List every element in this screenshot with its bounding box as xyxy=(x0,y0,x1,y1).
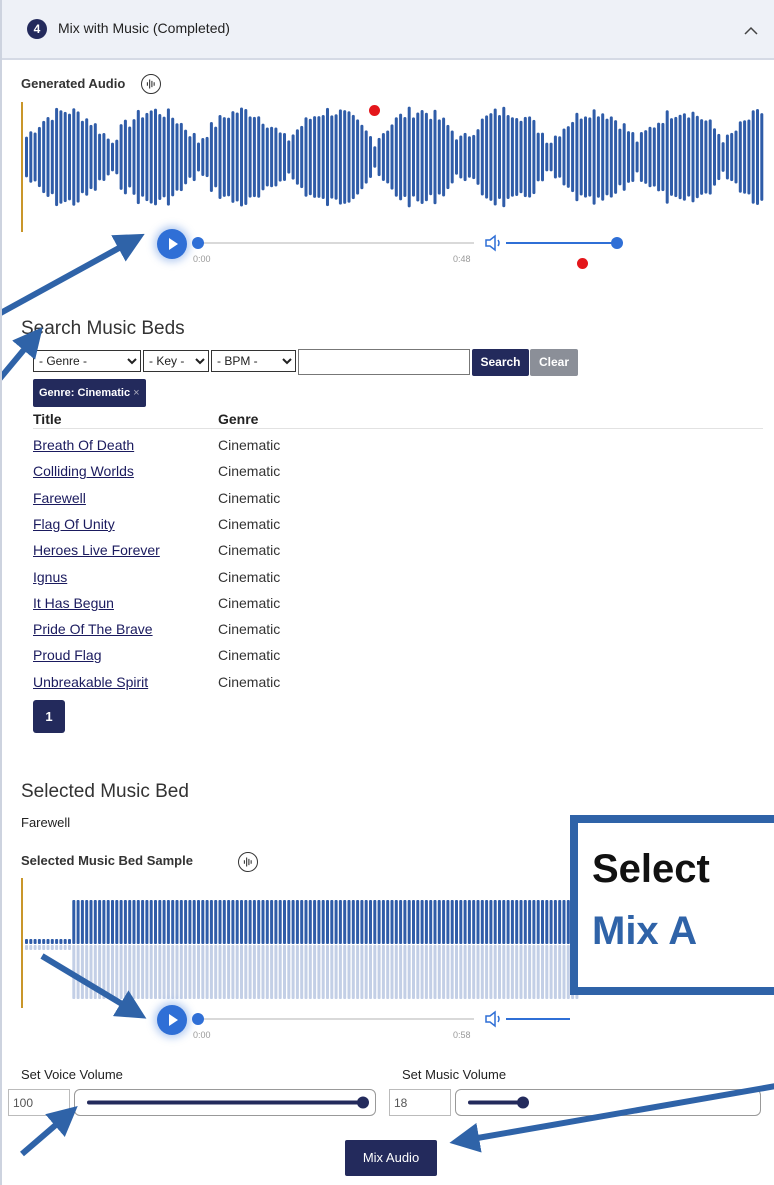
seek-handle[interactable] xyxy=(192,237,204,249)
music-volume-value[interactable]: 18 xyxy=(389,1089,451,1116)
annotation-marker xyxy=(577,258,588,269)
section-header[interactable]: 4 Mix with Music (Completed) xyxy=(2,0,774,60)
music-bed-genre: Cinematic xyxy=(218,437,281,453)
music-bed-genre: Cinematic xyxy=(218,673,281,690)
music-bed-link[interactable]: Unbreakable Spirit xyxy=(33,674,148,690)
music-bed-link[interactable]: Ignus xyxy=(33,569,67,585)
music-bed-link[interactable]: Heroes Live Forever xyxy=(33,542,160,558)
selected-music-name: Farewell xyxy=(21,815,71,830)
speaker-icon[interactable] xyxy=(483,1009,505,1029)
music-bed-genre: Cinematic xyxy=(218,463,281,480)
section-title: Mix with Music (Completed) xyxy=(58,20,230,36)
arrow-to-voice-volume xyxy=(20,1106,78,1157)
waveform-icon xyxy=(141,74,161,94)
music-bed-link[interactable]: Proud Flag xyxy=(33,647,101,663)
pagination-page-1[interactable]: 1 xyxy=(33,700,65,733)
time-start: 0:00 xyxy=(193,254,211,264)
filter-chip-label: Genre: Cinematic xyxy=(39,387,131,399)
music-bed-genre: Cinematic xyxy=(218,647,281,664)
music-bed-link[interactable]: Flag Of Unity xyxy=(33,516,115,532)
play-button[interactable] xyxy=(157,229,187,259)
music-bed-genre: Cinematic xyxy=(218,568,281,585)
play-button[interactable] xyxy=(157,1005,187,1035)
voice-volume-handle[interactable] xyxy=(357,1096,369,1109)
callout-line-2: Mix A xyxy=(592,909,698,953)
time-end: 0:48 xyxy=(453,254,471,264)
sample-label: Selected Music Bed Sample xyxy=(21,853,193,868)
playback-seek-bar[interactable] xyxy=(192,1012,572,1028)
music-bed-link[interactable]: Farewell xyxy=(33,490,86,506)
annotation-marker xyxy=(369,105,380,116)
time-start: 0:00 xyxy=(193,1030,211,1040)
seek-handle[interactable] xyxy=(192,1013,204,1025)
waveform-icon xyxy=(238,852,258,872)
search-heading: Search Music Beds xyxy=(21,318,185,339)
music-bed-link[interactable]: Pride Of The Brave xyxy=(33,621,153,637)
music-bed-link[interactable]: It Has Begun xyxy=(33,595,114,611)
voice-volume-label: Set Voice Volume xyxy=(21,1067,123,1082)
column-header-title[interactable]: Title xyxy=(33,411,62,427)
callout-line-1: Select xyxy=(592,847,710,891)
instruction-callout: Select Mix A xyxy=(570,815,774,995)
music-bed-genre: Cinematic xyxy=(218,542,281,559)
music-bed-link[interactable]: Colliding Worlds xyxy=(33,463,134,479)
speaker-icon[interactable] xyxy=(483,233,505,253)
volume-handle[interactable] xyxy=(611,237,623,249)
playback-seek-bar[interactable] xyxy=(192,236,632,252)
music-bed-genre: Cinematic xyxy=(218,489,281,506)
music-bed-genre: Cinematic xyxy=(218,594,281,611)
remove-filter-icon[interactable]: × xyxy=(133,387,139,399)
selected-heading: Selected Music Bed xyxy=(21,781,189,802)
chevron-up-icon[interactable] xyxy=(742,22,760,40)
generated-audio-label: Generated Audio xyxy=(21,76,126,91)
music-bed-genre: Cinematic xyxy=(218,621,281,638)
genre-filter-chip[interactable]: Genre: Cinematic × xyxy=(33,379,146,407)
search-input[interactable] xyxy=(298,349,470,375)
time-end: 0:58 xyxy=(453,1030,471,1040)
arrow-to-play xyxy=(2,233,145,316)
table-divider xyxy=(33,428,763,429)
arrow-to-filters xyxy=(2,327,43,381)
column-header-genre[interactable]: Genre xyxy=(218,411,258,427)
music-volume-slider[interactable] xyxy=(455,1089,761,1116)
voice-volume-slider[interactable] xyxy=(74,1089,376,1116)
music-volume-handle[interactable] xyxy=(517,1096,529,1109)
mix-with-music-panel: 4 Mix with Music (Completed) Generated A… xyxy=(0,0,774,1185)
genre-select[interactable]: - Genre - xyxy=(33,350,141,372)
music-bed-genre: Cinematic xyxy=(218,515,281,532)
clear-button[interactable]: Clear xyxy=(530,349,578,376)
key-select[interactable]: - Key - xyxy=(143,350,209,372)
music-volume-label: Set Music Volume xyxy=(402,1067,507,1082)
voice-volume-value[interactable]: 100 xyxy=(8,1089,70,1116)
search-button[interactable]: Search xyxy=(472,349,529,376)
step-badge: 4 xyxy=(27,19,47,39)
generated-audio-waveform[interactable] xyxy=(21,102,766,232)
music-bed-link[interactable]: Breath Of Death xyxy=(33,437,134,453)
music-bed-waveform[interactable] xyxy=(21,878,581,1008)
mix-audio-button[interactable]: Mix Audio xyxy=(345,1140,437,1176)
bpm-select[interactable]: - BPM - xyxy=(211,350,296,372)
